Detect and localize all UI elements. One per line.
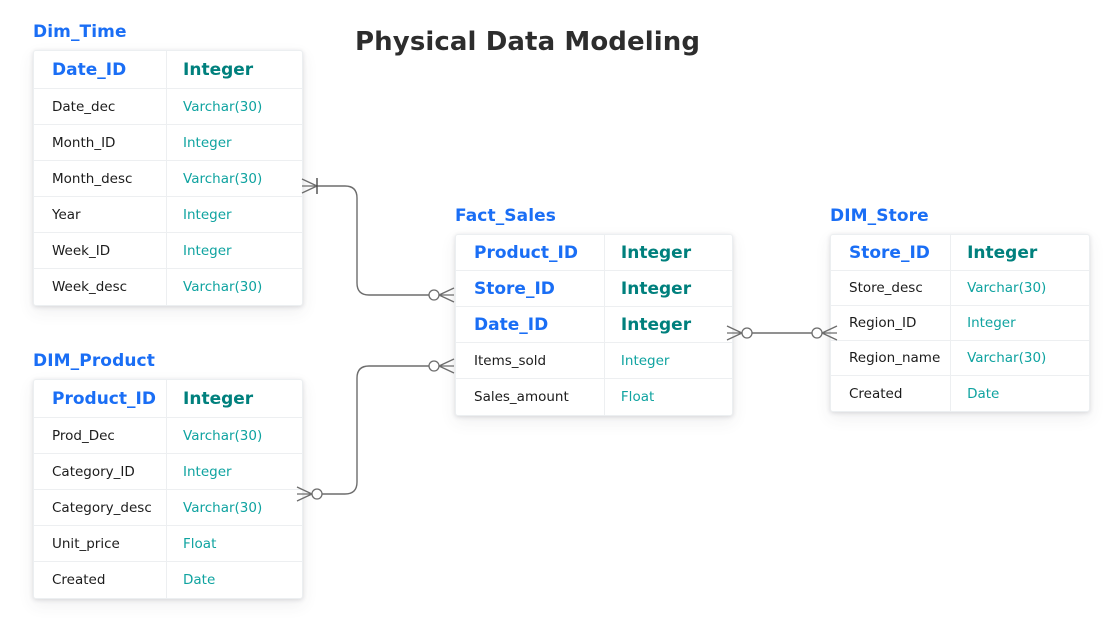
column-name: Region_ID xyxy=(831,306,952,340)
entity-dim_product[interactable]: DIM_Product Product_ID Integer Prod_Dec Varc… xyxy=(33,351,303,599)
column-name: Year xyxy=(34,197,168,232)
entity-table-dim_store: Store_ID Integer Store_desc Varchar(30) Regi… xyxy=(830,234,1090,412)
table-row[interactable]: Date_dec Varchar(30) xyxy=(34,89,302,125)
column-datatype: Varchar(30) xyxy=(967,280,1047,296)
column-datatype: Integer xyxy=(620,352,670,369)
column-datatype: Date xyxy=(967,385,1000,402)
column-name: Items_sold xyxy=(456,343,605,378)
column-datatype: Integer xyxy=(967,242,1038,263)
column-datatype: Integer xyxy=(183,463,232,480)
table-row[interactable]: Sales_amount Float xyxy=(456,379,732,415)
column-name: Store_ID xyxy=(831,235,952,270)
table-row-key[interactable]: Product_ID Integer xyxy=(34,380,302,418)
column-datatype: Integer xyxy=(620,242,692,263)
table-row[interactable]: Year Integer xyxy=(34,197,302,233)
column-name: Created xyxy=(831,376,952,411)
table-row[interactable]: Created Date xyxy=(831,376,1089,411)
crowsfoot-marker-fact-sales-store xyxy=(428,287,455,303)
entity-dim_time[interactable]: Dim_Time Date_ID Integer Date_dec Varchar(30… xyxy=(33,22,303,306)
table-row[interactable]: Category_ID Integer xyxy=(34,454,302,490)
column-name: Category_desc xyxy=(34,490,168,525)
column-name: Unit_price xyxy=(34,526,168,561)
column-name: Store_desc xyxy=(831,271,952,305)
table-row[interactable]: Week_ID Integer xyxy=(34,233,302,269)
column-name: Store_ID xyxy=(456,271,605,306)
column-datatype: Varchar(30) xyxy=(183,499,263,516)
column-datatype: Varchar(30) xyxy=(183,279,263,295)
entity-fact_sales[interactable]: Fact_Sales Product_ID Integer Store_ID Integ… xyxy=(455,206,733,416)
column-name: Month_desc xyxy=(34,161,168,196)
table-row-key[interactable]: Date_ID Integer xyxy=(34,51,302,89)
table-row[interactable]: Month_ID Integer xyxy=(34,125,302,161)
column-name: Date_ID xyxy=(34,51,168,88)
column-datatype: Float xyxy=(620,389,655,405)
relationship-fact-sales-dim-store xyxy=(726,325,838,341)
table-row[interactable]: Prod_Dec Varchar(30) xyxy=(34,418,302,454)
table-row[interactable]: Region_ID Integer xyxy=(831,306,1089,341)
relationship-dim-time-fact-sales xyxy=(301,178,455,303)
column-name: Date_dec xyxy=(34,89,168,124)
entity-table-fact_sales: Product_ID Integer Store_ID Integer Date_ID I… xyxy=(455,234,733,416)
column-name: Month_ID xyxy=(34,125,168,160)
entity-title-dim_store: DIM_Store xyxy=(830,206,929,226)
table-row[interactable]: Unit_price Float xyxy=(34,526,302,562)
crowsfoot-marker-dim-time xyxy=(301,178,318,194)
column-name: Sales_amount xyxy=(456,379,605,415)
column-name: Created xyxy=(34,562,168,598)
column-name: Prod_Dec xyxy=(34,418,168,453)
column-name: Category_ID xyxy=(34,454,168,489)
table-row[interactable]: Created Date xyxy=(34,562,302,598)
diagram-canvas: Physical Data Modeling Dim_Time Date_ID In… xyxy=(0,0,1120,631)
entity-table-dim_product: Product_ID Integer Prod_Dec Varchar(30) Cate… xyxy=(33,379,303,599)
column-datatype: Date xyxy=(183,572,216,588)
column-datatype: Varchar(30) xyxy=(183,170,263,187)
relationship-dim-product-fact-sales xyxy=(296,358,455,502)
table-row-key[interactable]: Date_ID Integer xyxy=(456,307,732,343)
column-datatype: Integer xyxy=(183,59,254,80)
table-row-key[interactable]: Store_ID Integer xyxy=(456,271,732,307)
column-datatype: Integer xyxy=(620,278,692,299)
entity-title-dim_product: DIM_Product xyxy=(33,351,155,371)
crowsfoot-marker-fact-sales-items xyxy=(428,358,455,374)
table-row[interactable]: Region_name Varchar(30) xyxy=(831,341,1089,376)
column-datatype: Integer xyxy=(620,314,692,335)
entity-title-dim_time: Dim_Time xyxy=(33,22,127,42)
column-name: Region_name xyxy=(831,341,952,375)
table-row[interactable]: Items_sold Integer xyxy=(456,343,732,379)
column-name: Product_ID xyxy=(456,235,605,270)
column-datatype: Varchar(30) xyxy=(183,427,263,444)
table-row-key[interactable]: Store_ID Integer xyxy=(831,235,1089,271)
entity-table-dim_time: Date_ID Integer Date_dec Varchar(30) Month_I… xyxy=(33,50,303,306)
table-row[interactable]: Week_desc Varchar(30) xyxy=(34,269,302,305)
entity-title-fact_sales: Fact_Sales xyxy=(455,206,556,226)
page-title: Physical Data Modeling xyxy=(355,27,701,57)
column-datatype: Float xyxy=(183,535,217,552)
column-datatype: Varchar(30) xyxy=(967,350,1047,366)
column-name: Date_ID xyxy=(456,307,605,342)
column-datatype: Varchar(30) xyxy=(183,98,263,115)
column-datatype: Integer xyxy=(967,315,1016,331)
table-row[interactable]: Month_desc Varchar(30) xyxy=(34,161,302,197)
column-datatype: Integer xyxy=(183,388,254,409)
column-name: Week_desc xyxy=(34,269,168,305)
column-name: Product_ID xyxy=(34,380,168,417)
entity-dim_store[interactable]: DIM_Store Store_ID Integer Store_desc Varcha… xyxy=(830,206,1090,412)
table-row[interactable]: Category_desc Varchar(30) xyxy=(34,490,302,526)
column-name: Week_ID xyxy=(34,233,168,268)
column-datatype: Integer xyxy=(183,206,232,223)
table-row[interactable]: Store_desc Varchar(30) xyxy=(831,271,1089,306)
table-row-key[interactable]: Product_ID Integer xyxy=(456,235,732,271)
column-datatype: Integer xyxy=(183,134,232,151)
column-datatype: Integer xyxy=(183,242,232,259)
